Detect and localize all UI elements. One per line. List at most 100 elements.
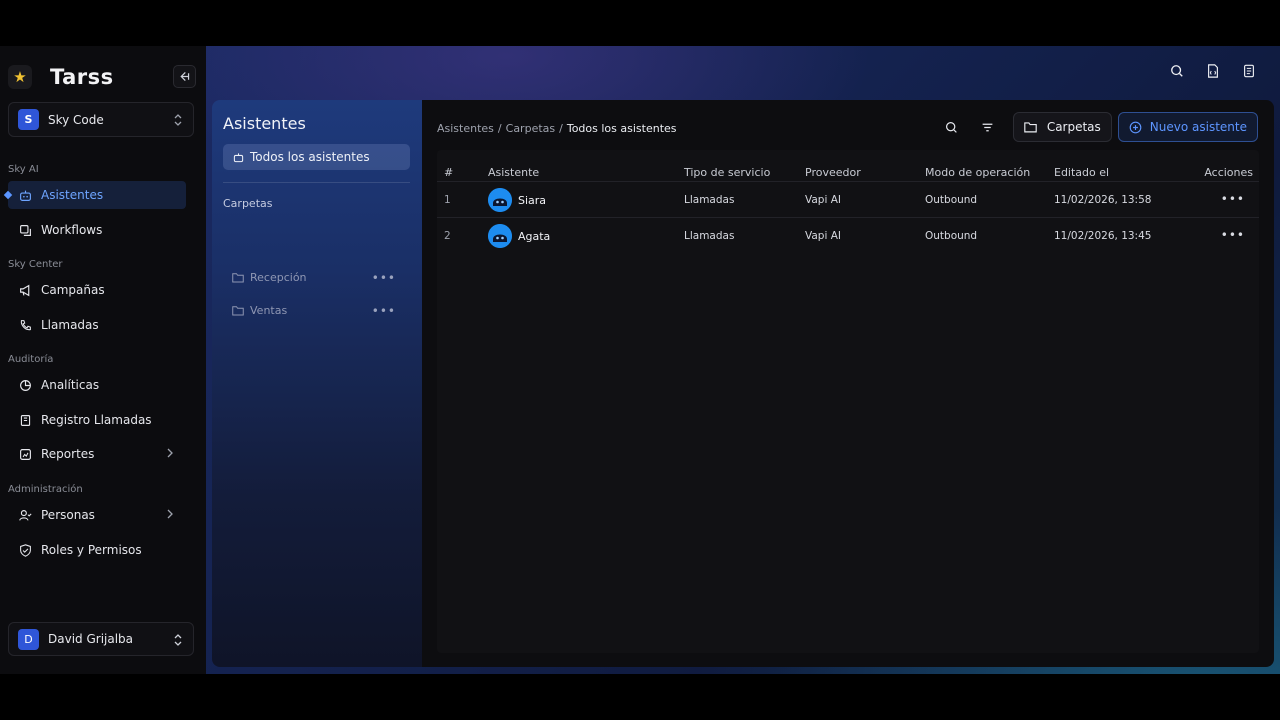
- column-header-num: #: [444, 166, 454, 179]
- folders-panel: Asistentes Todos los asistentes Carpetas…: [212, 100, 422, 667]
- bot-icon: [233, 152, 244, 162]
- sidebar-item-label: Llamadas: [41, 318, 99, 332]
- edited-date: 11/02/2026, 13:58: [1054, 194, 1152, 206]
- bot-icon: [18, 188, 32, 202]
- megaphone-icon: [18, 283, 32, 297]
- sidebar-item-label: Reportes: [41, 447, 95, 461]
- shield-check-icon: [18, 543, 32, 557]
- bot-avatar-icon: [488, 188, 512, 212]
- avatar: D: [18, 628, 39, 650]
- section-sky-ai: Sky AI: [8, 164, 39, 175]
- sidebar-item-registro-llamadas[interactable]: Registro Llamadas: [8, 406, 186, 434]
- content-panel: Asistentes / Carpetas / Todos los asiste…: [422, 100, 1274, 667]
- folders-button-label: Carpetas: [1046, 120, 1101, 134]
- folder-label: Recepción: [250, 270, 307, 284]
- folder-icon: [1024, 122, 1037, 133]
- sidebar-item-analiticas[interactable]: Analíticas: [8, 371, 186, 399]
- new-assistant-button[interactable]: Nuevo asistente: [1117, 112, 1258, 142]
- operation-mode: Outbound: [925, 230, 978, 242]
- column-header-editado[interactable]: Editado el: [1054, 166, 1109, 179]
- folder-item[interactable]: Recepción •••: [232, 266, 402, 288]
- breadcrumb-separator: /: [559, 122, 563, 135]
- sidebar-item-personas[interactable]: Personas: [8, 501, 186, 529]
- sidebar-item-label: Workflows: [41, 223, 103, 237]
- chevron-right-icon: [167, 448, 173, 458]
- workspace-switcher[interactable]: S Sky Code: [8, 102, 194, 137]
- pie-chart-icon: [18, 378, 32, 392]
- column-header-asistente[interactable]: Asistente: [488, 166, 539, 179]
- search-icon: [946, 121, 958, 133]
- breadcrumb-root[interactable]: Asistentes: [437, 122, 494, 135]
- brand-name: Tarss: [50, 65, 114, 89]
- breadcrumb-folders[interactable]: Carpetas: [506, 122, 555, 135]
- document-code-icon[interactable]: [1204, 62, 1222, 80]
- row-actions-icon[interactable]: •••: [1221, 228, 1245, 242]
- service-type: Llamadas: [684, 194, 735, 206]
- assistant-name: Agata: [518, 229, 551, 243]
- sidebar-item-label: Campañas: [41, 283, 105, 297]
- sidebar: ★ Tarss S Sky Code Sky AI Asistentes Wor…: [0, 46, 206, 674]
- folder-icon: [232, 305, 244, 315]
- service-type: Llamadas: [684, 230, 735, 242]
- sidebar-item-reportes[interactable]: Reportes: [8, 440, 186, 468]
- search-button[interactable]: [939, 114, 965, 140]
- row-number: 1: [444, 194, 451, 206]
- workspace-name: Sky Code: [48, 112, 104, 127]
- provider: Vapi AI: [805, 194, 842, 206]
- sidebar-item-workflows[interactable]: Workflows: [8, 216, 186, 244]
- user-name: David Grijalba: [48, 632, 134, 646]
- assistant-cell: Siara: [488, 188, 546, 212]
- sidebar-item-llamadas[interactable]: Llamadas: [8, 311, 186, 339]
- folders-button[interactable]: Carpetas: [1012, 112, 1112, 142]
- row-number: 2: [444, 230, 451, 242]
- edited-date: 11/02/2026, 13:45: [1054, 230, 1152, 242]
- brand: ★ Tarss: [8, 64, 114, 90]
- filter-icon: [982, 123, 993, 131]
- collapse-icon: [180, 72, 190, 81]
- folder-item[interactable]: Ventas •••: [232, 299, 402, 321]
- column-header-tipo[interactable]: Tipo de servicio: [684, 166, 770, 179]
- folder-icon: [232, 272, 244, 282]
- sidebar-item-label: Registro Llamadas: [41, 413, 152, 427]
- provider: Vapi AI: [805, 230, 842, 242]
- divider: [223, 182, 410, 183]
- sidebar-item-asistentes[interactable]: Asistentes: [3, 181, 186, 209]
- table-row[interactable]: 1 Siara Llamadas Vapi AI Outbound 11/02/…: [437, 181, 1259, 217]
- phone-icon: [18, 318, 32, 332]
- operation-mode: Outbound: [925, 194, 978, 206]
- all-assistants-item[interactable]: Todos los asistentes: [223, 144, 410, 170]
- user-menu[interactable]: D David Grijalba: [8, 622, 194, 656]
- breadcrumb-separator: /: [497, 122, 502, 135]
- user-check-icon: [18, 508, 32, 522]
- more-options-icon[interactable]: •••: [372, 304, 396, 318]
- column-header-modo[interactable]: Modo de operación: [925, 166, 1030, 179]
- workflow-icon: [18, 223, 32, 237]
- table-row[interactable]: 2 Agata Llamadas Vapi AI Outbound 11/02/…: [437, 217, 1259, 253]
- sidebar-item-roles-permisos[interactable]: Roles y Permisos: [8, 536, 186, 564]
- column-header-proveedor[interactable]: Proveedor: [805, 166, 861, 179]
- chevron-right-icon: [167, 509, 173, 519]
- sidebar-item-campanas[interactable]: Campañas: [8, 276, 186, 304]
- chevron-updown-icon: [174, 114, 182, 126]
- notes-icon[interactable]: [1240, 62, 1258, 80]
- more-options-icon[interactable]: •••: [372, 271, 396, 285]
- assistant-name: Siara: [518, 193, 547, 207]
- assistants-table: # Asistente Tipo de servicio Proveedor M…: [437, 150, 1259, 653]
- toolbar: Carpetas Nuevo asistente: [939, 112, 1258, 142]
- sidebar-item-label: Asistentes: [41, 188, 104, 202]
- row-actions-icon[interactable]: •••: [1221, 192, 1245, 206]
- report-icon: [18, 447, 32, 461]
- collapse-sidebar-button[interactable]: [173, 65, 196, 88]
- search-icon[interactable]: [1168, 62, 1186, 80]
- breadcrumb-current: Todos los asistentes: [566, 122, 677, 135]
- star-logo-icon: ★: [8, 65, 32, 89]
- chevron-updown-icon: [174, 634, 182, 646]
- section-sky-center: Sky Center: [8, 259, 63, 270]
- section-administracion: Administración: [8, 484, 83, 495]
- filter-button[interactable]: [975, 114, 1001, 140]
- folders-section-label: Carpetas: [223, 197, 273, 210]
- sidebar-item-label: Analíticas: [41, 378, 100, 392]
- book-icon: [18, 413, 32, 427]
- new-assistant-label: Nuevo asistente: [1149, 120, 1247, 134]
- sidebar-item-label: Personas: [41, 508, 95, 522]
